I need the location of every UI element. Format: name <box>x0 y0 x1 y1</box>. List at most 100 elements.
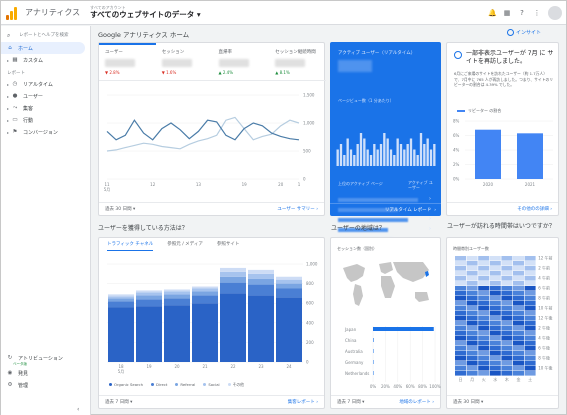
metric-delta: ▼ 1.6% <box>161 70 177 75</box>
heatmap-cell <box>501 291 513 296</box>
hours-title: ユーザーが訪れる時間帯はいつですか？ <box>447 223 555 230</box>
sidebar-item-admin[interactable]: ⚙ 管理 <box>1 379 90 391</box>
realtime-bar <box>426 138 429 166</box>
heatmap-cell <box>524 261 536 266</box>
geo-report-link[interactable]: 地域のレポート › <box>399 399 434 405</box>
y-tick-label: 6 午前 <box>538 285 550 291</box>
country-bar <box>373 327 434 331</box>
chevron-right-icon[interactable]: › <box>429 216 433 222</box>
heatmap-cell <box>524 321 536 326</box>
users-summary-link[interactable]: ユーザー サマリー › <box>277 206 318 212</box>
tab-traffic-channel[interactable]: トラフィック チャネル <box>107 241 154 251</box>
sidebar-item-custom[interactable]: ▸ ▦ カスタム <box>1 54 90 66</box>
realtime-bar <box>406 144 409 166</box>
world-map[interactable] <box>337 256 437 314</box>
realtime-card[interactable]: アクティブ ユーザー（リアルタイム） ページビュー数（1 分あたり） 上位のアク… <box>330 42 441 242</box>
tab-session-duration[interactable]: セッション継続時間 ▲ 8.1% <box>269 43 326 81</box>
y-tick-label: 8 午後 <box>538 355 550 361</box>
heatmap-cell <box>489 361 501 366</box>
heatmap-cell <box>501 306 513 311</box>
heatmap-cell <box>478 276 490 281</box>
hours-heatmap: 12 午前 2 午前 4 午前 6 午前 8 午前 10 午前 12 午後 2 午後 4 午後 6… <box>455 255 553 382</box>
heatmap-cell <box>489 336 501 341</box>
heatmap-cell <box>455 331 466 336</box>
x-tick-label: 22 <box>230 364 236 369</box>
account-selector[interactable]: すべてのアカウント すべてのウェブサイトのデータ ▾ <box>90 6 201 19</box>
insight-legend: リピーター の割合 <box>457 108 501 114</box>
sidebar-item-home[interactable]: ⌂ ホーム <box>1 42 85 54</box>
sidebar-item-acquisition[interactable]: ▸ ⤳ 集客 <box>1 102 90 114</box>
tab-sessions[interactable]: セッション ▼ 1.6% <box>155 43 213 81</box>
tab-users[interactable]: ユーザー ▼ 2.8% <box>99 43 156 81</box>
heatmap-cell <box>489 266 501 271</box>
sidebar-item-realtime[interactable]: ▸ ◷ リアルタイム <box>1 78 90 90</box>
heatmap-cell <box>489 371 501 376</box>
y-tick-label: 0 <box>303 177 306 182</box>
sidebar-item-discover[interactable]: ◉ 発見 <box>1 367 90 379</box>
heatmap-cell <box>455 356 466 361</box>
property-name[interactable]: すべてのウェブサイトのデータ ▾ <box>90 11 201 19</box>
more-details-link[interactable]: その他のの詳細 › <box>517 206 552 212</box>
heatmap-cell <box>501 301 513 306</box>
x-tick-label: 60% <box>406 384 415 389</box>
chevron-right-icon[interactable]: › <box>429 226 433 232</box>
heatmap-cell <box>513 281 524 286</box>
sidebar-item-behavior[interactable]: ▸ ▭ 行動 <box>1 114 90 126</box>
collapse-sidebar-icon[interactable]: ‹ <box>77 406 79 413</box>
acquisition-report-link[interactable]: 集客レポート › <box>288 399 318 405</box>
heatmap-cell <box>466 291 478 296</box>
heatmap-cell <box>466 321 478 326</box>
y-tick-label: 4% <box>453 148 460 153</box>
help-icon[interactable]: ? <box>518 9 526 17</box>
search-placeholder: レポートとヘルプを検索 <box>19 33 69 38</box>
chevron-right-icon: ▸ <box>7 105 10 111</box>
metric-delta: ▼ 2.8% <box>105 70 120 75</box>
sidebar-item-conversions[interactable]: ▸ ⚑ コンバージョン <box>1 126 90 138</box>
hours-footer: 過去 30 日間 ▾ <box>447 395 558 408</box>
analytics-logo-icon[interactable] <box>6 6 20 20</box>
more-icon[interactable]: ⋮ <box>533 9 541 17</box>
heatmap-cell <box>524 276 536 281</box>
heatmap-cell <box>455 296 466 301</box>
date-range-selector[interactable]: 過去 30 日間 ▾ <box>453 399 483 405</box>
overview-card: ユーザー ▼ 2.8% セッション ▼ 1.6% 直帰率 ▲ 2.4% セッショ… <box>98 42 326 216</box>
home-icon: ⌂ <box>8 45 12 51</box>
sidebar-item-users[interactable]: ▸ ● ユーザー <box>1 90 90 102</box>
heatmap-cell <box>478 256 490 261</box>
apps-icon[interactable]: ▦ <box>503 9 511 17</box>
tab-bounce-rate[interactable]: 直帰率 ▲ 2.4% <box>212 43 270 81</box>
realtime-bar <box>356 144 359 166</box>
heatmap-cell <box>455 316 466 321</box>
heatmap-cell <box>501 261 513 266</box>
date-range-selector[interactable]: 過去 7 日間 ▾ <box>337 399 364 405</box>
heatmap-cell <box>478 271 490 276</box>
insights-button[interactable]: インサイト <box>507 29 541 36</box>
heatmap-cell <box>489 326 501 331</box>
realtime-bar <box>423 144 426 166</box>
realtime-bar <box>383 133 386 166</box>
date-range-selector[interactable]: 過去 30 日間 ▾ <box>105 206 135 212</box>
sidebar-item-label: アトリビューション <box>18 355 63 362</box>
stacked-bar-segment <box>164 289 190 292</box>
hours-card: 時間帯別ユーザー数 12 午前 2 午前 4 午前 6 午前 8 午前 10 午前 12 午… <box>446 237 559 409</box>
heatmap-cell <box>501 361 513 366</box>
chevron-right-icon: ▸ <box>7 81 10 87</box>
avatar[interactable] <box>548 6 562 20</box>
chevron-right-icon[interactable]: › <box>429 196 433 202</box>
heatmap-cell <box>513 321 524 326</box>
heatmap-cell <box>478 336 490 341</box>
x-tick-label: 水 <box>493 376 497 382</box>
heatmap-cell <box>524 286 536 291</box>
date-range-selector[interactable]: 過去 7 日間 ▾ <box>105 399 132 405</box>
x-tick-label: 80% <box>418 384 427 389</box>
heatmap-cell <box>455 261 466 266</box>
search-input[interactable]: ⌕ レポートとヘルプを検索 <box>1 28 90 42</box>
realtime-report-link[interactable]: リアルタイム レポート › <box>330 203 441 216</box>
chevron-right-icon: ▸ <box>7 129 10 135</box>
realtime-count <box>338 60 372 72</box>
stacked-bar-segment <box>276 279 302 284</box>
bell-icon[interactable]: 🔔 <box>488 9 497 17</box>
tab-referrals[interactable]: 参照サイト <box>217 241 240 251</box>
tab-source-medium[interactable]: 参照元 / メディア <box>167 241 203 251</box>
heatmap-cell <box>513 311 524 316</box>
